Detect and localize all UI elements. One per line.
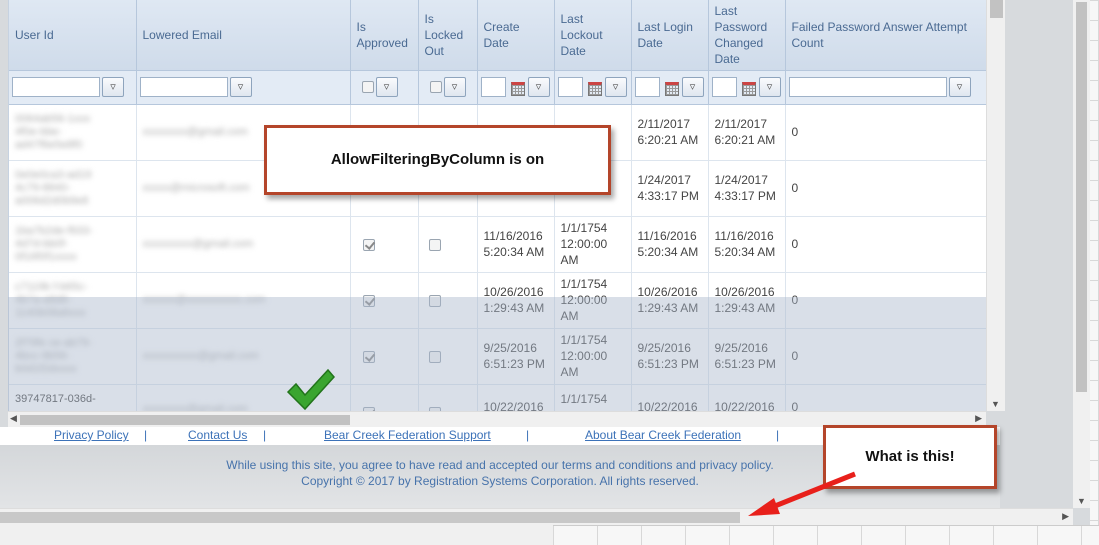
filter-checkbox-approved[interactable]	[361, 81, 374, 93]
scrollbar-thumb[interactable]	[990, 0, 1003, 18]
funnel-icon[interactable]: ▿	[102, 77, 124, 97]
scroll-right-arrow-icon[interactable]: ▶	[1062, 511, 1069, 522]
calendar-icon[interactable]	[739, 77, 757, 97]
cell-failed-count: 0	[785, 216, 986, 273]
cell-login-date: 11/16/2016 5:20:34 AM	[631, 216, 709, 273]
contact-us-link[interactable]: Contact Us	[188, 428, 247, 442]
redacted-user-id: 1ba7b2de-f933- 4d7d-bb0f- 0f16f0f1xxxx	[15, 224, 93, 263]
scroll-down-arrow-icon[interactable]: ▼	[991, 399, 1000, 409]
cell-login-date: 1/24/2017 4:33:17 PM	[631, 160, 709, 217]
col-header-create-date[interactable]: Create Date	[477, 0, 555, 71]
calendar-icon[interactable]	[585, 77, 603, 97]
funnel-icon[interactable]: ▿	[375, 77, 398, 97]
table-row[interactable]: 1ba7b2de-f933- 4d7d-bb0f- 0f16f0f1xxxx xxx…	[9, 216, 986, 273]
col-header-user-id[interactable]: User Id	[9, 0, 137, 71]
funnel-icon[interactable]: ▿	[948, 77, 971, 97]
col-header-login-date[interactable]: Last Login Date	[631, 0, 709, 71]
scroll-down-arrow-icon[interactable]: ▼	[1077, 496, 1086, 506]
filtering-callout: AllowFilteringByColumn is on	[264, 125, 611, 195]
cell-password-date: 11/16/2016 5:20:34 AM	[708, 216, 786, 273]
privacy-policy-link[interactable]: Privacy Policy	[54, 428, 129, 442]
funnel-icon[interactable]: ▿	[681, 77, 704, 97]
approved-checkbox	[362, 238, 375, 251]
filter-checkbox-locked[interactable]	[429, 81, 442, 93]
locked-checkbox	[428, 238, 441, 251]
col-header-failed-count[interactable]: Failed Password Answer Attempt Count	[785, 0, 986, 71]
cell-password-date: 2/11/2017 6:20:21 AM	[708, 104, 786, 161]
col-header-email[interactable]: Lowered Email	[136, 0, 351, 71]
filter-input-create-date[interactable]	[480, 77, 506, 97]
redacted-user-id: 0e0e0ca3-ad19 4c79-8840- a006d2d0b9e8	[15, 168, 92, 207]
calendar-icon[interactable]	[508, 77, 526, 97]
dimmed-overlay	[8, 297, 986, 411]
col-header-lockout-date[interactable]: Last Lockout Date	[554, 0, 632, 71]
cell-password-date: 1/24/2017 4:33:17 PM	[708, 160, 786, 217]
filter-input-email[interactable]	[139, 77, 228, 97]
support-link[interactable]: Bear Creek Federation Support	[324, 428, 491, 442]
green-check-icon	[286, 368, 335, 411]
scrollbar-thumb[interactable]	[20, 415, 350, 425]
red-arrow-icon	[748, 471, 856, 516]
scrollbar-thumb[interactable]	[1076, 2, 1087, 392]
cell-lockout-date: 1/1/1754 12:00:00 AM	[554, 216, 632, 273]
scroll-right-arrow-icon[interactable]: ▶	[975, 413, 982, 424]
cell-login-date: 2/11/2017 6:20:21 AM	[631, 104, 709, 161]
redacted-user-id: 0064ab56-1xxx 4f0e-bbe-ad47f6e5e8f0	[15, 112, 91, 151]
funnel-icon[interactable]: ▿	[443, 77, 466, 97]
filter-input-failed-count[interactable]	[788, 77, 947, 97]
filter-input-password-date[interactable]	[711, 77, 737, 97]
filter-input-user-id[interactable]	[12, 77, 100, 97]
page-vertical-scrollbar[interactable]: ▼	[1073, 0, 1090, 508]
separator: |	[263, 428, 267, 442]
separator: |	[526, 428, 530, 442]
filter-row: ▿ ▿ ▿ ▿ ▿ ▿ ▿ ▿ ▿	[9, 70, 986, 105]
filter-input-lockout-date[interactable]	[557, 77, 583, 97]
page-horizontal-scrollbar[interactable]: ▶	[0, 508, 1073, 525]
cell-failed-count: 0	[785, 104, 986, 161]
col-header-password-date[interactable]: Last Password Changed Date	[708, 0, 786, 71]
funnel-icon[interactable]: ▿	[758, 77, 781, 97]
calendar-icon[interactable]	[662, 77, 680, 97]
funnel-icon[interactable]: ▿	[527, 77, 550, 97]
filter-input-login-date[interactable]	[634, 77, 660, 97]
funnel-icon[interactable]: ▿	[229, 77, 252, 97]
separator: |	[144, 428, 148, 442]
cell-create-date: 11/16/2016 5:20:34 AM	[477, 216, 555, 273]
header-row: User Id Lowered Email Is Approved Is Loc…	[9, 0, 986, 71]
scroll-left-arrow-icon[interactable]: ◀	[10, 413, 17, 424]
about-link[interactable]: About Bear Creek Federation	[585, 428, 741, 442]
cell-failed-count: 0	[785, 160, 986, 217]
redacted-email: xxxxxxxxx@gmail.com	[142, 237, 254, 250]
separator: |	[776, 428, 780, 442]
scrollbar-thumb[interactable]	[0, 512, 740, 523]
grid-vertical-scrollbar[interactable]: ▼	[986, 0, 1005, 411]
col-header-approved[interactable]: Is Approved	[350, 0, 419, 71]
col-header-locked[interactable]: Is Locked Out	[418, 0, 478, 71]
funnel-icon[interactable]: ▿	[604, 77, 627, 97]
background-spreadsheet-bottom	[553, 525, 1099, 545]
